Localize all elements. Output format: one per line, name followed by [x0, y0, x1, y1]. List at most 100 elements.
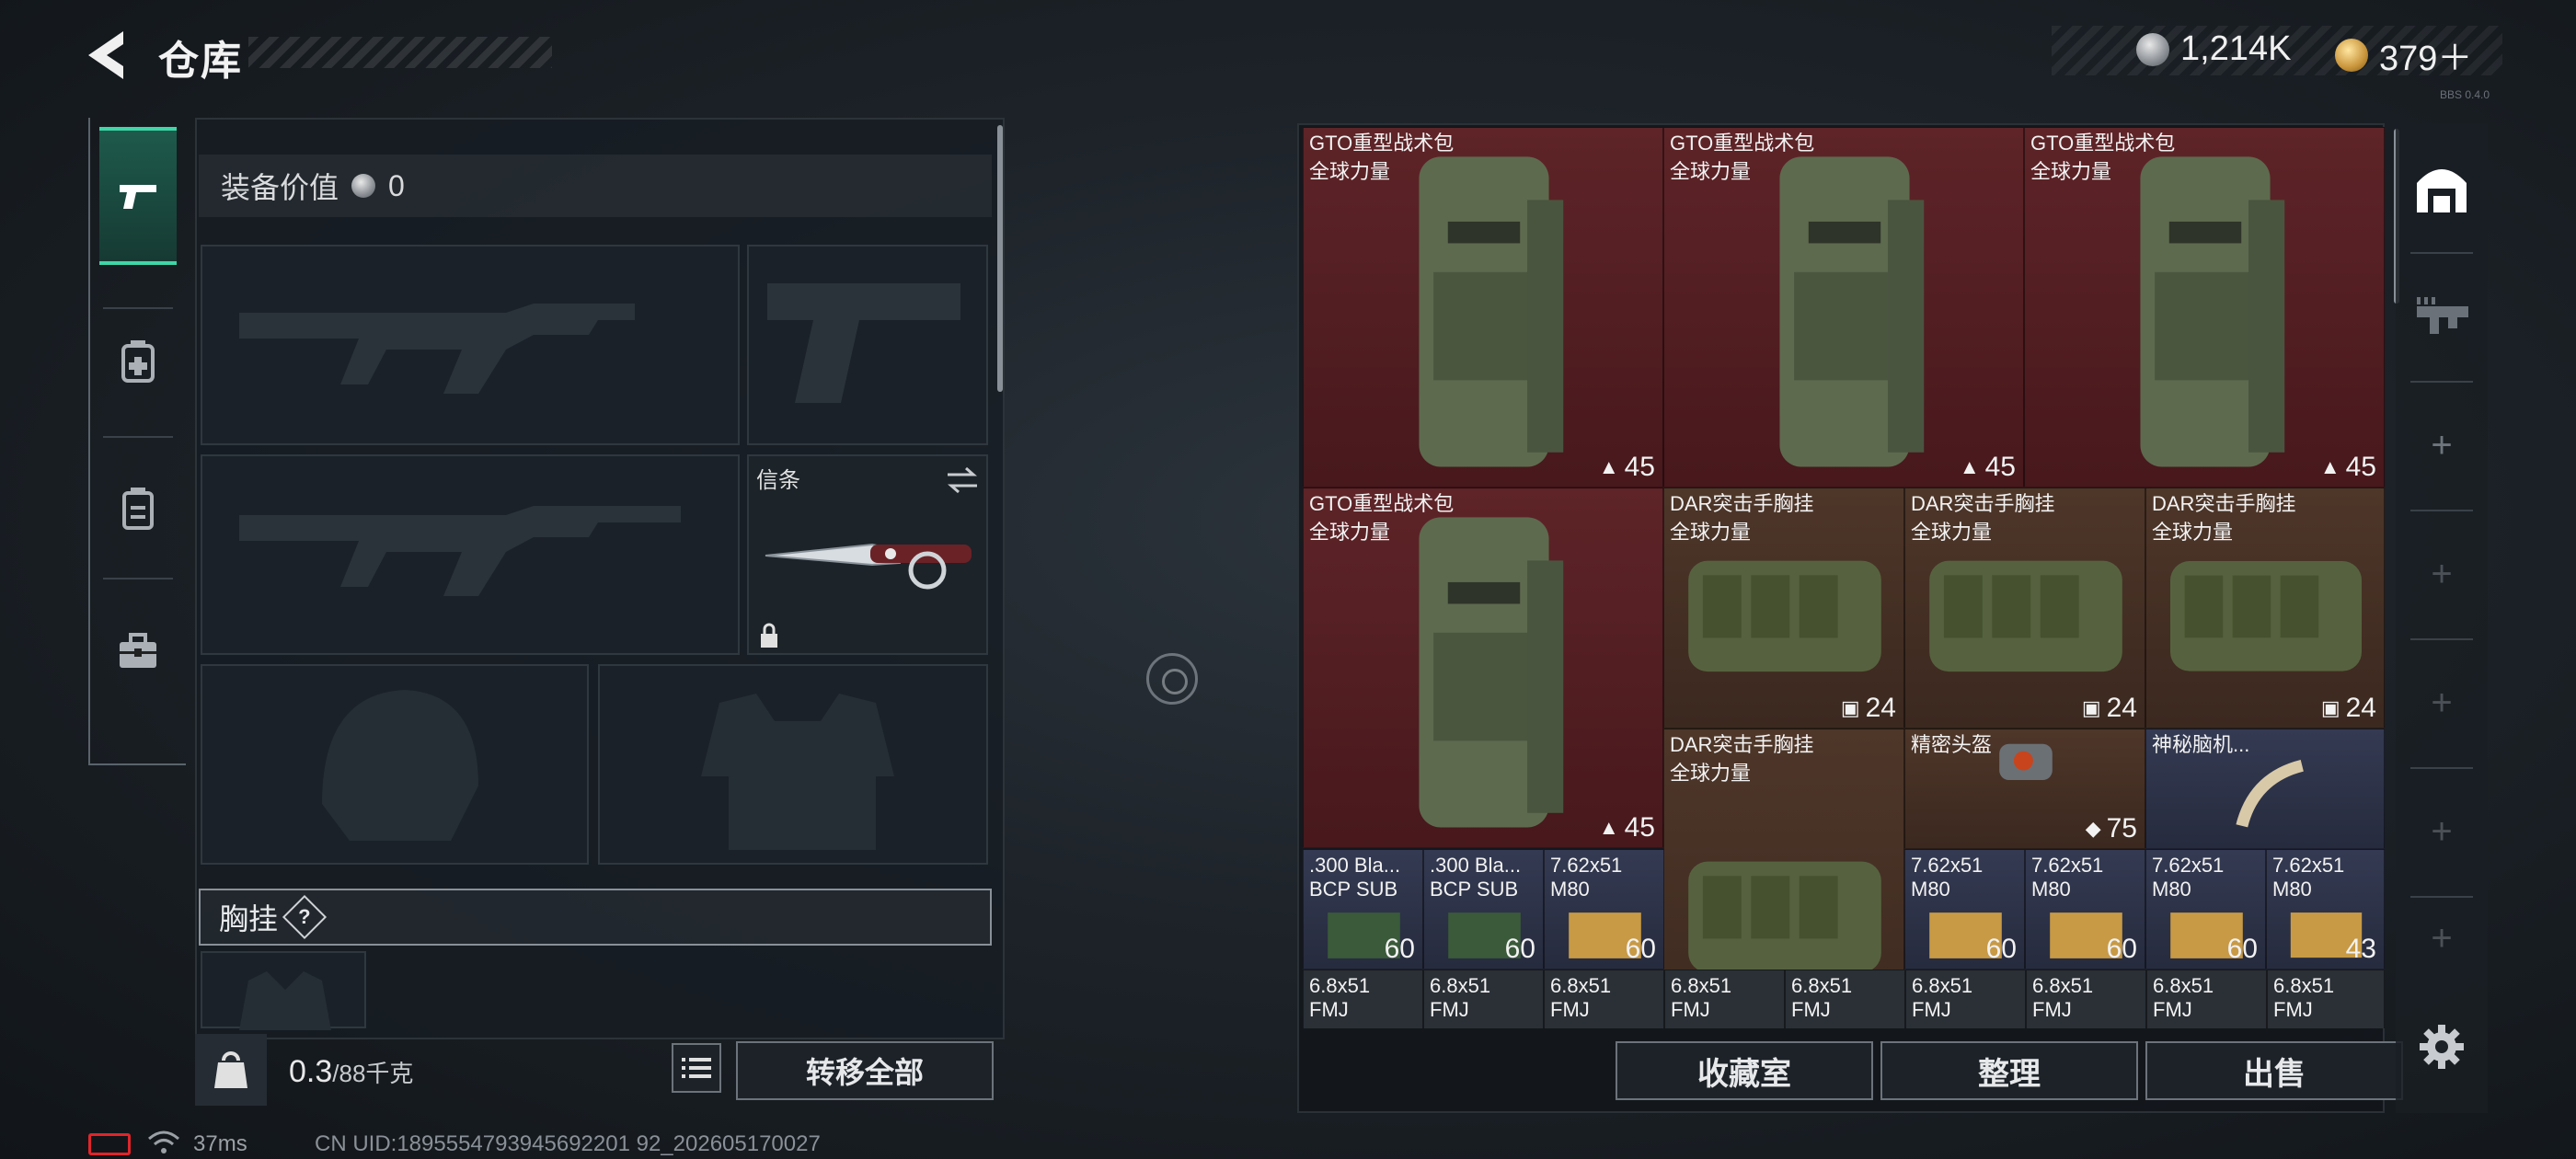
- rail-add-slot[interactable]: +: [2396, 638, 2488, 767]
- item-name: 精密头盔: [1911, 733, 1993, 756]
- swap-icon[interactable]: [944, 465, 981, 495]
- storage-item[interactable]: 6.8x51 FMJ: [2026, 970, 2146, 1028]
- backpack-capacity-icon: ▲: [1959, 455, 1980, 478]
- storage-item[interactable]: GTO重型战术包 全球力量 ▲ 45: [1663, 127, 2024, 488]
- item-subtitle: FMJ: [2273, 998, 2313, 1021]
- plus-icon: +: [2431, 424, 2453, 465]
- storage-item[interactable]: GTO重型战术包 全球力量 ▲ 45: [2024, 127, 2385, 488]
- nav-medical[interactable]: [99, 287, 177, 434]
- gear-icon: [2420, 1025, 2464, 1069]
- secondary-weapon-slot[interactable]: [201, 454, 740, 655]
- storage-item[interactable]: 7.62x51 M80 43: [2266, 849, 2385, 970]
- storage-item[interactable]: 6.8x51 FMJ: [1905, 970, 2026, 1028]
- storage-item[interactable]: 神秘脑机...: [2145, 729, 2385, 849]
- item-name: .300 Bla...: [1430, 854, 1522, 877]
- sort-button[interactable]: 整理: [1880, 1041, 2138, 1100]
- pistol-silhouette-icon: [767, 283, 960, 403]
- lock-icon: [761, 623, 777, 648]
- item-count: ▣ 24: [2320, 693, 2376, 723]
- helmet-slot[interactable]: [201, 664, 589, 865]
- list-view-button[interactable]: [672, 1043, 721, 1093]
- collection-room-button[interactable]: 收藏室: [1616, 1041, 1873, 1100]
- storage-item[interactable]: GTO重型战术包 全球力量 ▲ 45: [1303, 488, 1663, 848]
- help-icon[interactable]: ?: [282, 894, 328, 940]
- melee-label: 信条: [756, 468, 800, 493]
- list-icon: [682, 1058, 711, 1078]
- storage-item[interactable]: 6.8x51 FMJ: [1544, 970, 1664, 1028]
- item-subtitle: M80: [1550, 878, 1590, 901]
- back-button[interactable]: [83, 26, 138, 85]
- vest-silhouette-icon: [239, 971, 331, 1030]
- sell-button[interactable]: 出售: [2145, 1041, 2403, 1100]
- storage-item[interactable]: DAR突击手胸挂全球力量 ▣24: [1663, 488, 1904, 729]
- rail-add-slot[interactable]: +: [2396, 381, 2488, 510]
- rifle-silhouette-icon: [239, 506, 681, 596]
- storage-item[interactable]: .300 Bla... BCP SUB 60: [1303, 849, 1423, 970]
- item-name: 6.8x51: [2153, 974, 2214, 997]
- chest-rig-header: 胸挂 ?: [199, 889, 992, 946]
- item-subtitle: BCP SUB: [1430, 878, 1519, 901]
- item-name: 6.8x51: [2032, 974, 2094, 997]
- storage-item[interactable]: 6.8x51 FMJ: [2267, 970, 2385, 1028]
- rail-add-slot[interactable]: +: [2396, 510, 2488, 638]
- item-subtitle: FMJ: [1912, 998, 1951, 1021]
- melee-slot[interactable]: 信条: [747, 454, 988, 655]
- settings-button[interactable]: [2418, 1023, 2466, 1075]
- item-subtitle: 全球力量: [1309, 160, 1391, 183]
- storage-item[interactable]: 6.8x51 FMJ: [1785, 970, 1905, 1028]
- rail-add-slot[interactable]: +: [2396, 767, 2488, 896]
- item-count: 60: [2226, 934, 2258, 964]
- item-name: 6.8x51: [2273, 974, 2335, 997]
- storage-item[interactable]: 6.8x51 FMJ: [2146, 970, 2267, 1028]
- storage-item[interactable]: DAR突击手胸挂全球力量 ▣24: [1904, 488, 2145, 729]
- item-name: DAR突击手胸挂: [1911, 492, 2055, 515]
- weapon-rack-icon: [2417, 297, 2468, 334]
- item-subtitle: 全球力量: [1670, 762, 1752, 785]
- loadout-scrollbar[interactable]: [997, 125, 1003, 392]
- nav-weapons[interactable]: [99, 127, 177, 265]
- item-subtitle: FMJ: [1430, 998, 1469, 1021]
- nav-tools[interactable]: [99, 578, 177, 725]
- silver-amount: 1,214K: [2180, 29, 2292, 68]
- item-name: 6.8x51: [1912, 974, 1973, 997]
- carry-weight: 0.3/88千克: [289, 1054, 413, 1090]
- equip-value-bar: 装备价值 0: [199, 155, 992, 217]
- item-name: DAR突击手胸挂: [2152, 492, 2296, 515]
- item-count: ▣ 24: [1840, 693, 1896, 723]
- pistol-icon: [120, 185, 156, 209]
- silver-coin-icon: [2136, 32, 2169, 66]
- storage-item[interactable]: .300 Bla... BCP SUB 60: [1423, 849, 1544, 970]
- sidearm-slot[interactable]: [747, 245, 988, 445]
- storage-item[interactable]: 6.8x51 FMJ: [1664, 970, 1785, 1028]
- item-name: GTO重型战术包: [2030, 132, 2176, 155]
- storage-item[interactable]: DAR突击手胸挂全球力量 ▣24: [2145, 488, 2385, 729]
- item-name: 6.8x51: [1430, 974, 1491, 997]
- nav-backpack[interactable]: [99, 434, 177, 581]
- item-subtitle: 全球力量: [2152, 521, 2234, 544]
- transfer-all-button[interactable]: 转移全部: [736, 1041, 994, 1100]
- storage-item[interactable]: 7.62x51 M80 60: [1544, 849, 1664, 970]
- version-text: BBS 0.4.0: [2440, 88, 2490, 101]
- chest-rig-label: 胸挂: [219, 902, 279, 935]
- rail-warehouse[interactable]: [2396, 123, 2488, 252]
- storage-item[interactable]: 7.62x51 M80 60: [2025, 849, 2145, 970]
- gold-currency[interactable]: 379＋: [2335, 29, 2472, 80]
- rail-add-slot[interactable]: +: [2396, 892, 2488, 984]
- chest-rig-slot[interactable]: [201, 951, 366, 1030]
- backpack-weight-icon-box: [195, 1034, 267, 1106]
- plus-icon: +: [2431, 553, 2453, 594]
- item-name: 7.62x51: [2152, 854, 2225, 877]
- storage-item[interactable]: GTO重型战术包 全球力量 ▲ 45: [1303, 127, 1663, 488]
- storage-item[interactable]: 6.8x51 FMJ: [1303, 970, 1423, 1028]
- armor-slot[interactable]: [598, 664, 988, 865]
- storage-item[interactable]: 精密头盔 ◆ 75: [1904, 729, 2145, 849]
- storage-item[interactable]: 6.8x51 FMJ: [1423, 970, 1544, 1028]
- rail-weapon-rack[interactable]: [2396, 252, 2488, 381]
- item-count: 60: [1985, 934, 2017, 964]
- primary-weapon-slot[interactable]: [201, 245, 740, 445]
- storage-item[interactable]: 7.62x51 M80 60: [1904, 849, 2025, 970]
- silver-currency: 1,214K: [2136, 29, 2291, 69]
- right-rail: + + + + +: [2396, 123, 2488, 1113]
- equip-value-label: 装备价值: [221, 171, 339, 204]
- storage-item[interactable]: 7.62x51 M80 60: [2145, 849, 2266, 970]
